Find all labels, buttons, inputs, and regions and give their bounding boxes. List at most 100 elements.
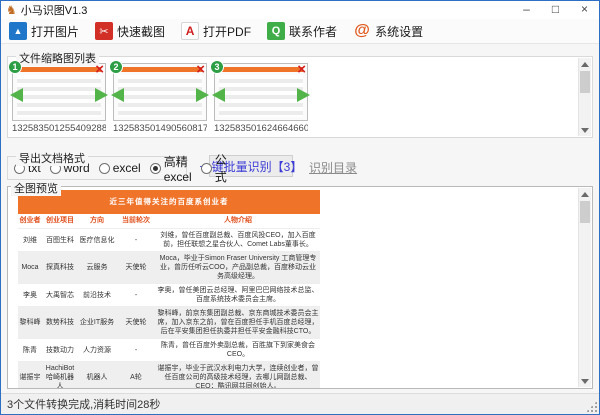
thumbnail-2-prev-arrow-icon[interactable] [111, 88, 124, 102]
toolbar: ▲ 打开图片 ✂ 快速截图 A 打开PDF Q 联系作者 @ 系统设置 [1, 19, 599, 44]
thumbnail-scrollbar-down-icon[interactable] [579, 124, 591, 136]
cell-project: 大禹智芯 [46, 291, 74, 299]
open-image-button[interactable]: ▲ 打开图片 [9, 22, 79, 40]
cell-project: 探真科技 [46, 264, 74, 271]
cell-intro: Moca，毕业于Simon Fraser University 工商管理专业，曾… [159, 255, 317, 280]
thumbnail-1-mini-table-rows [17, 75, 101, 117]
radio-excel-label: excel [112, 161, 141, 175]
contact-author-button[interactable]: Q 联系作者 [267, 22, 337, 40]
table-row: Moca 探真科技 云服务 天使轮 Moca，毕业于Simon Fraser U… [18, 252, 320, 284]
thumbnail-1-filename: 132583501255409288.jpg [12, 123, 106, 134]
title-bar: ♞ 小马识图V1.3 – □ × [1, 1, 599, 19]
scissors-icon: ✂ [95, 22, 114, 40]
cell-name: 黎科峰 [19, 319, 41, 326]
thumbnail-1-next-arrow-icon[interactable] [95, 88, 108, 102]
open-pdf-label: 打开PDF [203, 24, 252, 39]
preview-section-label: 全图预览 [11, 180, 61, 196]
cell-project: 百图生科 [46, 236, 74, 244]
thumbnail-3-filename: 132583501624664660.jpg [214, 123, 308, 134]
thumbnail-section-label: 文件缩略图列表 [16, 50, 99, 66]
thumbnail-3-mini-table-rows [219, 75, 303, 117]
radio-formula-label: 公式 [214, 153, 227, 184]
app-window: ♞ 小马识图V1.3 – □ × ▲ 打开图片 ✂ 快速截图 A 打开PDF Q… [0, 0, 600, 415]
thumbnail-list-group: 文件缩略图列表 1 132583501255409288.jpg 2 [7, 50, 593, 138]
column-header: 创业者 [19, 217, 41, 224]
recognize-directory-link[interactable]: 识别目录 [309, 159, 357, 176]
radio-formula[interactable]: 公式 [200, 151, 227, 185]
cell-project: HachiBot哈崎机器人 [45, 365, 75, 389]
thumbnail-1-close-icon[interactable] [95, 63, 104, 77]
cell-project: 数势科技 [46, 319, 74, 326]
preview-table-title: 近三年值得关注的百度系创业者 [18, 190, 320, 214]
preview-scrollbar-up-icon[interactable] [579, 188, 591, 200]
system-settings-button[interactable]: @ 系统设置 [353, 22, 423, 40]
preview-scrollbar-thumb[interactable] [580, 201, 590, 223]
radio-high-precision-excel-label: 高精excel [163, 154, 192, 184]
cell-name: 陈青 [23, 346, 37, 354]
preview-table-header-row: 创业者 创业项目 方向 当前轮次 人物介绍 [18, 214, 320, 229]
window-title: 小马识图V1.3 [20, 5, 88, 17]
table-row: 谌振宇 HachiBot哈崎机器人 机器人 A轮 谌振宇，毕业于武汉水利电力大学… [18, 362, 320, 389]
open-pdf-button[interactable]: A 打开PDF [181, 22, 251, 40]
open-image-icon: ▲ [9, 22, 27, 40]
minimize-button[interactable]: – [512, 1, 541, 19]
cell-name: 刘维 [23, 236, 37, 244]
table-row: 黎科峰 数势科技 企业IT服务 天使轮 黎科峰，前京东集团副总裁、京东商城技术委… [18, 307, 320, 339]
quick-screenshot-button[interactable]: ✂ 快速截图 [95, 22, 165, 40]
column-header: 方向 [90, 217, 104, 224]
maximize-button[interactable]: □ [541, 1, 570, 19]
thumbnail-3-number-badge: 3 [210, 60, 224, 74]
cell-direction: 前沿技术 [83, 291, 111, 299]
thumbnail-2-mini-table-header [118, 67, 202, 72]
cell-name: 李奥 [23, 291, 37, 299]
thumbnail-1-number-badge: 1 [8, 60, 22, 74]
thumbnail-item-2[interactable]: 2 132583501490560817.jpg [109, 60, 209, 134]
radio-circle-icon [149, 162, 161, 174]
cell-direction: 云服务 [86, 264, 108, 271]
cell-intro: 李奥，曾任美团云总经理、阿里巴巴网络技术总监、百度系统技术委员会主席。 [157, 287, 319, 303]
preview-panel: 近三年值得关注的百度系创业者 创业者 创业项目 方向 当前轮次 人物介绍 刘维 … [7, 186, 593, 389]
preview-section: 全图预览 近三年值得关注的百度系创业者 创业者 创业项目 方向 当前轮次 人物介… [7, 180, 593, 389]
column-header: 创业项目 [46, 217, 74, 224]
thumbnail-strip: 1 132583501255409288.jpg 2 [8, 57, 592, 134]
radio-excel[interactable]: excel [98, 161, 141, 175]
cell-round: 天使轮 [125, 264, 147, 271]
thumbnail-1-prev-arrow-icon[interactable] [10, 88, 23, 102]
thumbnail-image-1[interactable]: 1 [8, 60, 108, 121]
cell-direction: 人力资源 [83, 346, 111, 354]
cell-name: Moca [21, 264, 39, 271]
cell-round: - [134, 236, 138, 244]
preview-table: 近三年值得关注的百度系创业者 创业者 创业项目 方向 当前轮次 人物介绍 刘维 … [18, 190, 320, 389]
column-header: 当前轮次 [122, 217, 150, 224]
thumbnail-3-prev-arrow-icon[interactable] [212, 88, 225, 102]
status-text: 3个文件转换完成,消耗时间28秒 [7, 399, 161, 411]
thumbnail-2-close-icon[interactable] [196, 63, 205, 77]
radio-high-precision-excel[interactable]: 高精excel [149, 153, 192, 184]
thumbnail-scrollbar-thumb[interactable] [580, 71, 590, 93]
thumbnail-item-1[interactable]: 1 132583501255409288.jpg [8, 60, 108, 134]
status-bar: 3个文件转换完成,消耗时间28秒 [1, 393, 599, 414]
thumbnail-3-close-icon[interactable] [297, 63, 306, 77]
preview-scrollbar[interactable] [578, 188, 591, 387]
thumbnail-item-3[interactable]: 3 132583501624664660.jpg [210, 60, 310, 134]
pdf-icon: A [181, 22, 200, 40]
resize-grip-icon[interactable] [586, 401, 597, 412]
cell-direction: 机器人 [86, 374, 108, 381]
thumbnail-2-next-arrow-icon[interactable] [196, 88, 209, 102]
table-row: 陈青 技数动力 人力资源 - 陈青，曾任百度外卖副总裁，百胜旗下到家美食会CEO… [18, 339, 320, 362]
thumbnail-3-next-arrow-icon[interactable] [297, 88, 310, 102]
close-button[interactable]: × [570, 1, 599, 19]
cell-project: 技数动力 [46, 346, 74, 354]
thumbnail-scrollbar[interactable] [578, 58, 591, 136]
preview-scrollbar-down-icon[interactable] [579, 375, 591, 387]
cell-name: 谌振宇 [19, 374, 41, 381]
column-header: 人物介绍 [224, 217, 252, 224]
thumbnail-image-2[interactable]: 2 [109, 60, 209, 121]
cell-intro: 谌振宇，毕业于武汉水利电力大学，连续创业者，曾任百度公司的高级技术经理，去哪儿网… [157, 365, 319, 389]
cell-intro: 刘维，曾任百度副总裁、百度风投CEO，加入百度前，担任联想之星合伙人、Comet… [160, 232, 316, 248]
window-controls: – □ × [512, 1, 599, 19]
thumbnail-scrollbar-up-icon[interactable] [579, 58, 591, 70]
radio-circle-icon [98, 162, 110, 174]
thumbnail-image-3[interactable]: 3 [210, 60, 310, 121]
cell-round: A轮 [130, 374, 142, 381]
